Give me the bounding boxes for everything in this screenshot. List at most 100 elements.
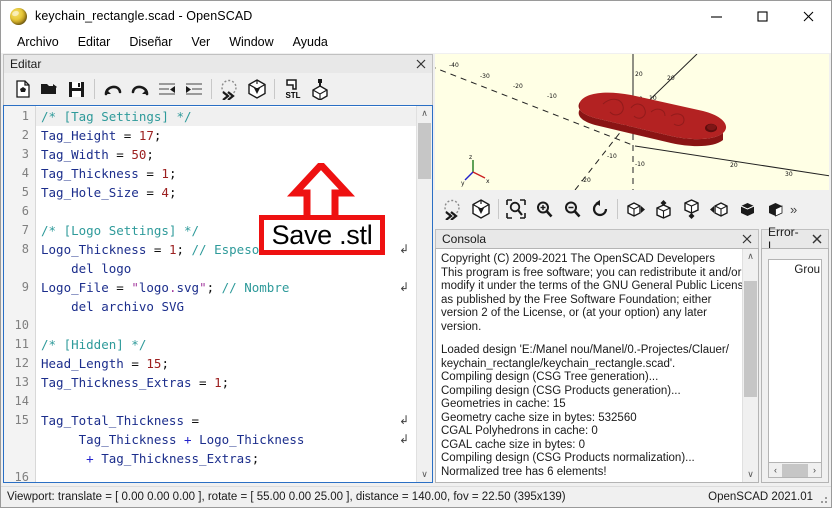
cube-top-icon[interactable] bbox=[649, 195, 677, 223]
close-icon[interactable] bbox=[785, 1, 831, 31]
code-line[interactable]: Logo_Thickness = 1; // Espesor bbox=[36, 240, 416, 259]
code-line[interactable]: /* [Hidden] */ bbox=[36, 335, 416, 354]
menu-bar: Archivo Editar Diseñar Ver Window Ayuda bbox=[1, 31, 831, 53]
scroll-up-icon[interactable]: ∧ bbox=[743, 249, 758, 264]
indent-icon[interactable] bbox=[180, 76, 207, 103]
console-dock-title-bar: Consola bbox=[435, 229, 759, 248]
cube-right-icon[interactable] bbox=[621, 195, 649, 223]
cube-bottom-icon[interactable] bbox=[677, 195, 705, 223]
console-vertical-scrollbar[interactable]: ∧ ∨ bbox=[742, 249, 758, 482]
error-log-horizontal-scrollbar[interactable]: ‹ › bbox=[768, 463, 822, 478]
console-line: version. bbox=[441, 320, 482, 333]
code-line[interactable]: Tag_Height = 17; bbox=[36, 126, 416, 145]
error-log-dock: Error-L... Grou ‹ › bbox=[761, 225, 829, 483]
code-text-area[interactable]: /* [Tag Settings] */Tag_Height = 17; Tag_… bbox=[36, 106, 416, 482]
code-editor[interactable]: 1 2 3 4 5 6 7 8 9 10 11 12 13 14 15 16 /* [Tag Settings… bbox=[3, 105, 433, 483]
code-line[interactable]: /* [Tag Settings] */ bbox=[36, 107, 416, 126]
error-log-close-icon[interactable] bbox=[810, 232, 824, 246]
zoom-out-icon[interactable] bbox=[558, 195, 586, 223]
cube-left-icon[interactable] bbox=[705, 195, 733, 223]
reset-rotate-icon[interactable] bbox=[586, 195, 614, 223]
console-dock: Consola Copyright (C) 2009-2021 The Open… bbox=[435, 229, 759, 483]
menu-ver[interactable]: Ver bbox=[183, 33, 218, 51]
viewport-toolbar: » bbox=[435, 191, 829, 227]
cube-back-icon[interactable] bbox=[761, 195, 789, 223]
menu-ayuda[interactable]: Ayuda bbox=[285, 33, 336, 51]
menu-editar[interactable]: Editar bbox=[70, 33, 119, 51]
svg-text:y: y bbox=[461, 180, 465, 187]
editor-vertical-scrollbar[interactable]: ∧ ∨ bbox=[416, 106, 432, 482]
error-log-body[interactable]: Grou ‹ › bbox=[761, 248, 829, 483]
code-line[interactable]: Logo_File = "logo.svg"; // Nombre bbox=[36, 278, 416, 297]
stl-export-icon[interactable]: STL bbox=[279, 76, 306, 103]
console-line: Compiling design (CSG Products generatio… bbox=[441, 384, 681, 397]
code-line[interactable]: Tag_Thickness = 1; bbox=[36, 164, 416, 183]
line-number: 2 bbox=[21, 128, 29, 142]
toolbar-separator bbox=[274, 79, 275, 99]
scroll-down-icon[interactable]: ∨ bbox=[417, 467, 432, 482]
code-line[interactable]: Tag_Total_Thickness = bbox=[36, 411, 416, 430]
svg-text:20: 20 bbox=[635, 71, 643, 78]
console-line: CGAL Polyhedrons in cache: 0 bbox=[441, 425, 598, 437]
svg-text:20: 20 bbox=[667, 75, 675, 82]
code-line[interactable]: del archivo SVG bbox=[36, 297, 416, 316]
scrollbar-thumb[interactable] bbox=[782, 463, 808, 477]
cube-front-icon[interactable] bbox=[733, 195, 761, 223]
scrollbar-thumb[interactable] bbox=[418, 123, 431, 179]
code-line[interactable]: del logo bbox=[36, 259, 416, 278]
scroll-down-icon[interactable]: ∨ bbox=[743, 467, 758, 482]
render-cube-icon[interactable] bbox=[243, 76, 270, 103]
undo-arrow-icon[interactable] bbox=[99, 76, 126, 103]
code-line[interactable]: Tag_Hole_Size = 4; bbox=[36, 183, 416, 202]
floppy-save-icon[interactable] bbox=[63, 76, 90, 103]
line-number: 9 bbox=[21, 280, 29, 294]
amf-export-icon[interactable] bbox=[306, 76, 333, 103]
line-number: 14 bbox=[14, 394, 29, 408]
code-line[interactable]: + Tag_Thickness_Extras; bbox=[36, 449, 416, 468]
scroll-up-icon[interactable]: ∧ bbox=[417, 106, 432, 121]
code-line[interactable]: Tag_Width = 50; bbox=[36, 145, 416, 164]
code-line[interactable]: Head_Length = 15; bbox=[36, 354, 416, 373]
preview-sphere-icon[interactable] bbox=[439, 195, 467, 223]
code-line[interactable]: Tag_Thickness + Logo_Thickness bbox=[36, 430, 416, 449]
console-line: Geometries in cache: 15 bbox=[441, 398, 566, 410]
svg-text:x: x bbox=[486, 178, 490, 185]
line-number bbox=[4, 297, 35, 316]
editor-close-icon[interactable] bbox=[414, 57, 428, 71]
code-line[interactable] bbox=[36, 316, 416, 335]
redo-arrow-icon[interactable] bbox=[126, 76, 153, 103]
open-folder-icon[interactable] bbox=[36, 76, 63, 103]
openscad-window: keychain_rectangle.scad - OpenSCAD Archi… bbox=[0, 0, 832, 508]
menu-disenar[interactable]: Diseñar bbox=[121, 33, 180, 51]
console-close-icon[interactable] bbox=[740, 232, 754, 246]
word-wrap-marker: ↲ bbox=[398, 413, 410, 427]
maximize-icon[interactable] bbox=[739, 1, 785, 31]
editor-dock-title-bar: Editar bbox=[3, 54, 433, 73]
minimize-icon[interactable] bbox=[693, 1, 739, 31]
console-title: Consola bbox=[442, 232, 487, 246]
3d-viewport[interactable]: -40-30 -20-10 2030 2010 -10 2010 -10-20 bbox=[435, 54, 829, 190]
menu-window[interactable]: Window bbox=[221, 33, 281, 51]
code-line[interactable]: Tag_Thickness_Extras = 1; bbox=[36, 373, 416, 392]
unindent-icon[interactable] bbox=[153, 76, 180, 103]
zoom-fit-icon[interactable] bbox=[502, 195, 530, 223]
toolbar-separator bbox=[498, 199, 499, 219]
svg-text:-30: -30 bbox=[480, 73, 490, 80]
chevron-double-right-icon[interactable]: » bbox=[789, 202, 797, 217]
render-cube-icon[interactable] bbox=[467, 195, 495, 223]
scroll-left-icon[interactable]: ‹ bbox=[770, 465, 781, 475]
console-body[interactable]: Copyright (C) 2009-2021 The OpenSCAD Dev… bbox=[435, 248, 759, 483]
preview-sphere-icon[interactable] bbox=[216, 76, 243, 103]
scrollbar-thumb[interactable] bbox=[744, 281, 757, 397]
code-line[interactable]: /* [Logo Settings] */ bbox=[36, 221, 416, 240]
code-line[interactable] bbox=[36, 468, 416, 482]
menu-archivo[interactable]: Archivo bbox=[9, 33, 67, 51]
resize-grip-icon[interactable] bbox=[817, 493, 829, 505]
code-line[interactable] bbox=[36, 202, 416, 221]
zoom-in-icon[interactable] bbox=[530, 195, 558, 223]
main-area: Editar STL 1 2 3 4 5 6 7 8 9 10 11 12 13… bbox=[1, 53, 831, 485]
new-document-icon[interactable] bbox=[9, 76, 36, 103]
error-log-table[interactable]: Grou bbox=[768, 259, 822, 463]
code-line[interactable] bbox=[36, 392, 416, 411]
scroll-right-icon[interactable]: › bbox=[809, 465, 820, 475]
